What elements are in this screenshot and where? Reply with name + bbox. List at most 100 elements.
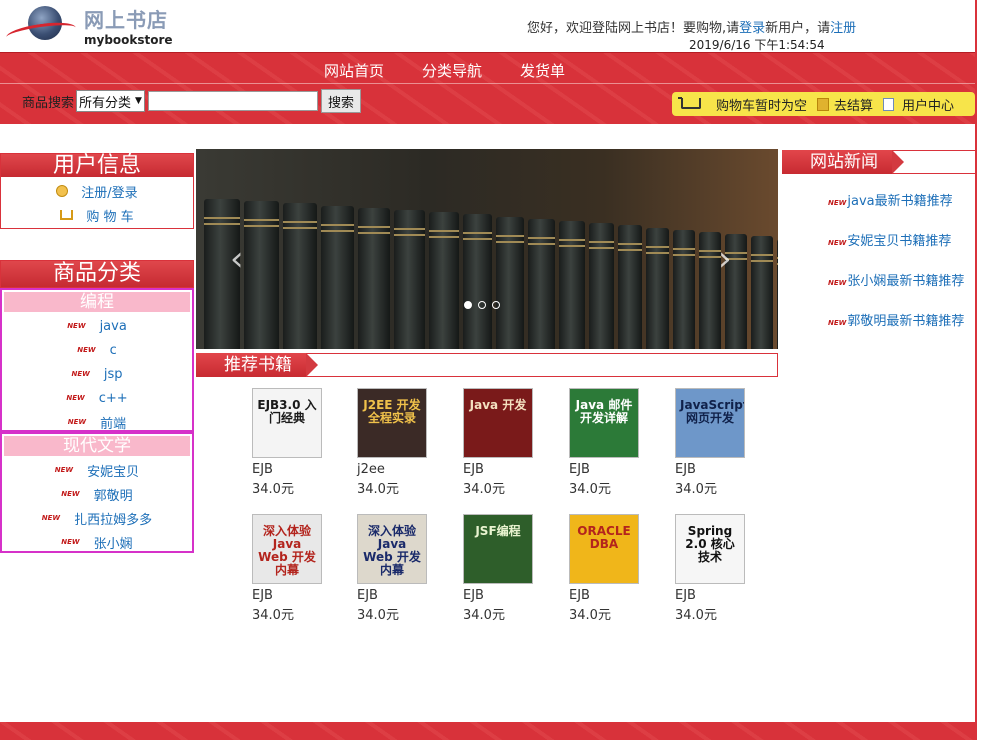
search-button[interactable]: 搜索 xyxy=(320,89,361,113)
carousel-dot[interactable] xyxy=(464,301,472,309)
new-badge: NEW xyxy=(41,514,61,522)
book-cover[interactable]: ORACLE DBA xyxy=(569,514,639,584)
carousel-dot[interactable] xyxy=(478,301,486,309)
news-item[interactable]: NEWjava最新书籍推荐 xyxy=(828,190,953,209)
category-item-label: 郭敬明 xyxy=(93,488,133,504)
nav-orders[interactable]: 发货单 xyxy=(520,60,565,81)
cart-link-label: 购 物 车 xyxy=(86,209,134,225)
book-name[interactable]: EJB xyxy=(252,460,324,480)
book-card[interactable]: JSF编程 EJB 34.0元 xyxy=(463,514,535,626)
book-price: 34.0元 xyxy=(463,482,505,497)
book-cover-text: Java 邮件开发详解 xyxy=(575,398,633,425)
book-spine xyxy=(321,205,354,349)
basket-icon xyxy=(60,210,74,220)
book-cover[interactable]: 深入体验 Java Web 开发内幕 xyxy=(357,514,427,584)
category-group-name: 编程 xyxy=(4,292,190,312)
book-card[interactable]: JavaScript 网页开发 EJB 34.0元 xyxy=(675,388,747,500)
book-cover[interactable]: Java 邮件开发详解 xyxy=(569,388,639,458)
search-input[interactable] xyxy=(147,91,318,111)
book-name[interactable]: EJB xyxy=(569,460,641,480)
login-register-link[interactable]: 注册/登录 xyxy=(1,179,193,203)
book-name[interactable]: EJB xyxy=(463,460,535,480)
book-spine xyxy=(496,216,524,349)
book-card[interactable]: Spring 2.0 核心技术 EJB 34.0元 xyxy=(675,514,747,626)
book-name[interactable]: EJB xyxy=(357,586,429,606)
book-price: 34.0元 xyxy=(569,608,611,623)
category-item-zhangxiaoxian[interactable]: NEW 张小娴 xyxy=(2,530,192,554)
book-card[interactable]: 深入体验 Java Web 开发内幕 EJB 34.0元 xyxy=(357,514,429,626)
new-badge: NEW xyxy=(67,418,87,426)
checkout-link[interactable]: 去结算 xyxy=(834,95,873,114)
login-link[interactable]: 登录 xyxy=(739,21,765,36)
register-link[interactable]: 注册 xyxy=(830,21,856,36)
book-cover[interactable]: 深入体验 Java Web 开发内幕 xyxy=(252,514,322,584)
new-badge: NEW xyxy=(61,490,80,498)
book-card[interactable]: Java 开发 EJB 34.0元 xyxy=(463,388,535,500)
news-item[interactable]: NEW郭敬明最新书籍推荐 xyxy=(828,310,964,329)
category-item-anni[interactable]: NEW 安妮宝贝 xyxy=(2,458,192,482)
book-spine xyxy=(618,225,642,349)
book-name[interactable]: EJB xyxy=(252,586,324,606)
logo-title: 网上书店 xyxy=(84,8,168,32)
logo-subtitle: mybookstore xyxy=(84,33,173,47)
book-spine xyxy=(283,203,317,349)
site-logo[interactable]: 网上书店 mybookstore xyxy=(4,4,174,48)
nav-band: 网站首页 分类导航 发货单 商品搜索 所有分类 ▼ 搜索 购物车暂时为空 去结算 … xyxy=(0,52,975,124)
book-cover[interactable]: J2EE 开发全程实录 xyxy=(357,388,427,458)
book-name[interactable]: EJB xyxy=(675,460,747,480)
nav-home[interactable]: 网站首页 xyxy=(324,60,384,81)
book-cover[interactable]: Java 开发 xyxy=(463,388,533,458)
new-badge: NEW xyxy=(66,394,85,402)
book-cover-text: J2EE 开发全程实录 xyxy=(363,398,421,425)
book-card[interactable]: ORACLE DBA EJB 34.0元 xyxy=(569,514,641,626)
cart-link[interactable]: 购 物 车 xyxy=(1,203,193,227)
book-card[interactable]: Java 邮件开发详解 EJB 34.0元 xyxy=(569,388,641,500)
book-card[interactable]: EJB3.0 入门经典 EJB 34.0元 xyxy=(252,388,324,500)
news-item[interactable]: NEW安妮宝贝书籍推荐 xyxy=(828,230,951,249)
book-name[interactable]: EJB xyxy=(463,586,535,606)
book-cover[interactable]: Spring 2.0 核心技术 xyxy=(675,514,745,584)
category-item-label: java xyxy=(99,318,127,334)
news-header: 网站新闻 xyxy=(782,150,975,174)
category-item-label: c xyxy=(109,342,117,358)
category-select[interactable]: 所有分类 ▼ xyxy=(76,90,145,112)
carousel-next-arrow[interactable]: › xyxy=(718,239,732,279)
category-panel: 商品分类 编程 NEW java NEW c NEW jsp NEW c++ NEW 前端… xyxy=(0,260,194,554)
cart-status[interactable]: 购物车暂时为空 xyxy=(716,95,807,114)
category-item-label: 张小娴 xyxy=(93,536,133,552)
news-item[interactable]: NEW张小娴最新书籍推荐 xyxy=(828,270,964,289)
book-name[interactable]: j2ee xyxy=(357,460,429,480)
category-title: 商品分类 xyxy=(0,260,194,288)
category-item-c[interactable]: NEW c xyxy=(2,338,192,362)
book-cover-text: EJB3.0 入门经典 xyxy=(257,398,317,425)
book-name[interactable]: EJB xyxy=(569,586,641,606)
new-badge: NEW xyxy=(828,199,847,207)
category-item-zhaxi[interactable]: NEW 扎西拉姆多多 xyxy=(2,506,192,530)
category-item-jsp[interactable]: NEW jsp xyxy=(2,362,192,386)
user-center-link[interactable]: 用户中心 xyxy=(902,95,954,114)
book-cover[interactable]: JSF编程 xyxy=(463,514,533,584)
category-item-frontend[interactable]: NEW 前端 xyxy=(2,410,192,434)
book-price: 34.0元 xyxy=(675,608,717,623)
book-spine xyxy=(394,210,425,349)
category-item-java[interactable]: NEW java xyxy=(2,314,192,338)
book-cover-text: JavaScript 网页开发 xyxy=(680,398,745,425)
caret-down-icon: ▼ xyxy=(135,96,142,106)
category-item-label: c++ xyxy=(98,390,128,406)
image-carousel[interactable]: ‹ › xyxy=(196,149,778,349)
book-cover[interactable]: EJB3.0 入门经典 xyxy=(252,388,322,458)
cart-bar: 购物车暂时为空 去结算 用户中心 xyxy=(672,92,975,116)
nav-categories[interactable]: 分类导航 xyxy=(422,60,482,81)
book-card[interactable]: J2EE 开发全程实录 j2ee 34.0元 xyxy=(357,388,429,500)
news-title: 网站新闻 xyxy=(782,150,904,174)
news-item-label: 郭敬明最新书籍推荐 xyxy=(847,314,965,329)
book-cover[interactable]: JavaScript 网页开发 xyxy=(675,388,745,458)
carousel-dot[interactable] xyxy=(492,301,500,309)
book-card[interactable]: 深入体验 Java Web 开发内幕 EJB 34.0元 xyxy=(252,514,324,626)
book-name[interactable]: EJB xyxy=(675,586,747,606)
category-item-guojingming[interactable]: NEW 郭敬明 xyxy=(2,482,192,506)
book-spine xyxy=(244,201,279,349)
new-badge: NEW xyxy=(67,322,86,330)
carousel-prev-arrow[interactable]: ‹ xyxy=(230,239,244,279)
category-item-cpp[interactable]: NEW c++ xyxy=(2,386,192,410)
